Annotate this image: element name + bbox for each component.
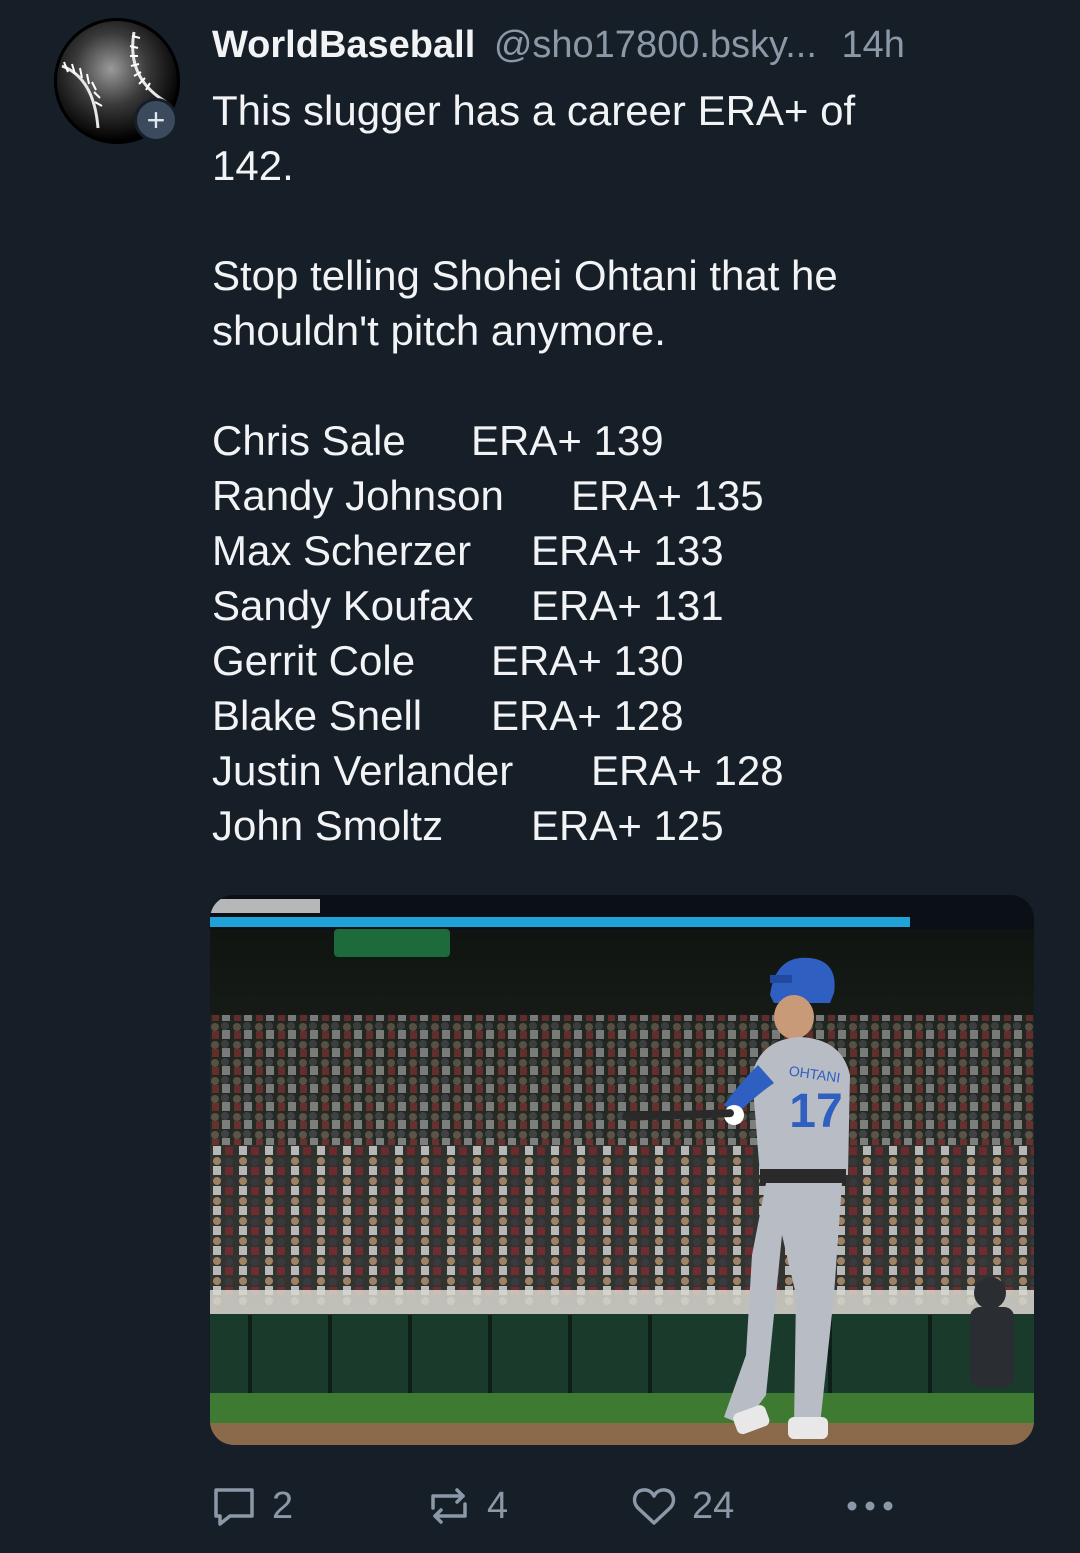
- era-stat: ERA+ 131: [531, 582, 724, 629]
- speech-bubble-icon: [214, 1488, 254, 1526]
- more-options-button[interactable]: [842, 1478, 898, 1534]
- author-handle[interactable]: @sho17800.bsky...: [494, 24, 817, 66]
- repost-button[interactable]: 4: [425, 1478, 508, 1534]
- post-image[interactable]: OHTANI 17: [210, 895, 1034, 1445]
- like-button[interactable]: 24: [630, 1478, 734, 1534]
- era-list-item: Gerrit Cole ERA+ 130: [212, 633, 1032, 688]
- follow-button[interactable]: +: [134, 98, 178, 142]
- repost-arrows-icon: [431, 1488, 467, 1524]
- era-list: Chris Sale ERA+ 139 Randy Johnson ERA+ 1…: [212, 413, 1032, 853]
- era-stat: ERA+ 133: [531, 527, 724, 574]
- ellipsis-icon: [847, 1501, 893, 1511]
- era-stat: ERA+ 128: [491, 692, 684, 739]
- jersey-number: 17: [789, 1085, 842, 1138]
- post-timestamp[interactable]: 14h: [841, 24, 904, 66]
- post-text-line: This slugger has a career ERA+ of: [212, 87, 856, 134]
- like-count: 24: [692, 1484, 735, 1527]
- era-list-item: Blake Snell ERA+ 128: [212, 688, 1032, 743]
- post-text-line: Stop telling Shohei Ohtani that he: [212, 252, 838, 299]
- era-list-item: Max Scherzer ERA+ 133: [212, 523, 1032, 578]
- post-body: This slugger has a career ERA+ of 142. S…: [212, 83, 1032, 853]
- pitcher-name: Randy Johnson: [212, 472, 504, 519]
- reply-count: 2: [272, 1484, 294, 1527]
- era-stat: ERA+ 128: [591, 747, 784, 794]
- era-stat: ERA+ 139: [471, 417, 664, 464]
- reply-button[interactable]: 2: [210, 1478, 293, 1534]
- baseball-photo: OHTANI 17: [210, 895, 1034, 1445]
- era-list-item: Chris Sale ERA+ 139: [212, 413, 1032, 468]
- post-actions: 2 4 24: [210, 1478, 910, 1534]
- pitcher-name: Max Scherzer: [212, 527, 472, 574]
- pitcher-name: Chris Sale: [212, 417, 406, 464]
- pitcher-name: Sandy Koufax: [212, 582, 474, 629]
- era-list-item: Sandy Koufax ERA+ 131: [212, 578, 1032, 633]
- pitcher-name: Justin Verlander: [212, 747, 514, 794]
- era-list-item: Justin Verlander ERA+ 128: [212, 743, 1032, 798]
- post-text-line: shouldn't pitch anymore.: [212, 307, 666, 354]
- era-list-item: Randy Johnson ERA+ 135: [212, 468, 1032, 523]
- heart-icon: [632, 1488, 676, 1525]
- era-stat: ERA+ 125: [531, 802, 724, 849]
- pitcher-name: Gerrit Cole: [212, 637, 416, 684]
- repost-count: 4: [487, 1484, 509, 1527]
- era-stat: ERA+ 130: [491, 637, 684, 684]
- era-list-item: John Smoltz ERA+ 125: [212, 798, 1032, 853]
- post-header: WorldBaseball @sho17800.bsky... 14h: [212, 20, 1052, 70]
- pitcher-name: John Smoltz: [212, 802, 444, 849]
- plus-icon: +: [146, 102, 166, 138]
- post-text-line: 142.: [212, 142, 294, 189]
- era-stat: ERA+ 135: [571, 472, 764, 519]
- pitcher-name: Blake Snell: [212, 692, 423, 739]
- author-display-name[interactable]: WorldBaseball: [212, 24, 475, 66]
